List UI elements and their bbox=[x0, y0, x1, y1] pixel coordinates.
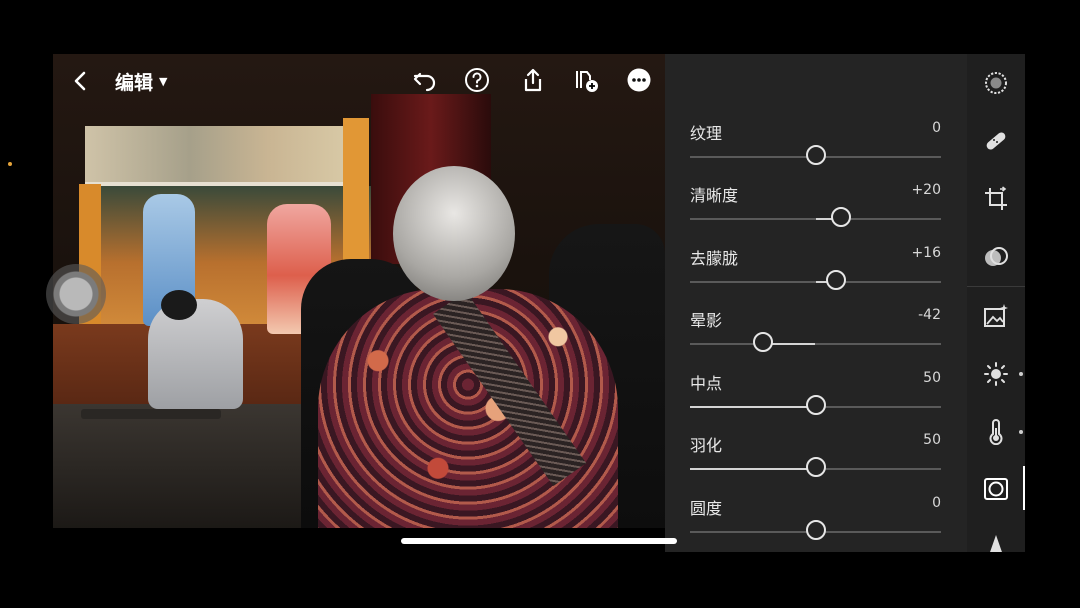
undo-icon bbox=[413, 72, 436, 92]
selective-mask-icon bbox=[985, 72, 1007, 94]
slider-label: 清晰度 bbox=[690, 186, 739, 205]
more-icon bbox=[627, 68, 651, 92]
slider-track[interactable] bbox=[690, 145, 941, 165]
slider-track[interactable] bbox=[690, 332, 941, 352]
audience-woman-white-coat bbox=[148, 299, 243, 409]
effects-panel: 纹理 0 清晰度 +20 去朦胧 +16 晕影 -42 中点 50 羽化 50 圆度 0 bbox=[665, 54, 967, 552]
tool-strip bbox=[967, 54, 1025, 552]
slider-value: 0 bbox=[932, 120, 941, 136]
indicator-dot bbox=[8, 162, 12, 166]
slider-thumb[interactable] bbox=[805, 145, 826, 165]
slider-fill bbox=[690, 468, 816, 470]
color-adjusted-dot bbox=[1019, 430, 1023, 434]
slider-value: 50 bbox=[923, 370, 941, 386]
color-temperature-icon bbox=[989, 419, 1003, 445]
slider-track[interactable] bbox=[690, 207, 941, 227]
slider-thumb[interactable] bbox=[805, 520, 826, 540]
share-button[interactable] bbox=[519, 66, 547, 94]
profiles-tool-button[interactable] bbox=[982, 243, 1010, 271]
assistive-touch-button[interactable] bbox=[46, 264, 106, 324]
slider-thumb[interactable] bbox=[830, 207, 851, 227]
slider-label: 去朦胧 bbox=[690, 249, 739, 268]
detail-triangle-icon bbox=[990, 535, 1002, 552]
detail-tool-button[interactable] bbox=[982, 532, 1010, 552]
slider-thumb[interactable] bbox=[805, 457, 826, 477]
slider-label: 羽化 bbox=[690, 436, 723, 455]
crop-icon bbox=[985, 186, 1007, 210]
toolbar-divider bbox=[967, 286, 1025, 287]
auto-tool-button[interactable] bbox=[982, 302, 1010, 330]
light-adjusted-dot bbox=[1019, 372, 1023, 376]
slider-label: 晕影 bbox=[690, 311, 723, 330]
color-tool-button[interactable] bbox=[982, 418, 1010, 446]
slider-label: 中点 bbox=[690, 374, 723, 393]
active-tool-indicator bbox=[1023, 466, 1025, 510]
slider-thumb[interactable] bbox=[752, 332, 773, 352]
slider-value: -42 bbox=[918, 307, 941, 323]
home-indicator[interactable] bbox=[401, 538, 677, 544]
chevron-left-icon bbox=[74, 71, 86, 91]
copy-settings-icon bbox=[576, 71, 598, 92]
slider-value: 0 bbox=[932, 495, 941, 511]
profiles-icon bbox=[985, 247, 1008, 266]
slider-value: +20 bbox=[911, 182, 941, 198]
stage-backdrop-painting bbox=[85, 126, 347, 186]
light-icon bbox=[984, 362, 1008, 386]
slider-label: 纹理 bbox=[690, 124, 723, 143]
slider-fill bbox=[690, 406, 816, 408]
edit-mode-dropdown[interactable]: 编辑 ▼ bbox=[115, 66, 167, 96]
more-button[interactable] bbox=[625, 66, 653, 94]
back-button[interactable] bbox=[68, 66, 92, 96]
elderly-woman-grey-hair bbox=[393, 166, 515, 301]
slider-thumb[interactable] bbox=[825, 270, 846, 290]
crop-tool-button[interactable] bbox=[982, 185, 1010, 213]
slider-value: 50 bbox=[923, 432, 941, 448]
audience-woman-head bbox=[161, 290, 197, 320]
effects-tool-button[interactable] bbox=[982, 475, 1010, 503]
vignette-effects-icon bbox=[984, 478, 1008, 500]
masking-tool-button[interactable] bbox=[982, 69, 1010, 97]
auto-enhance-icon bbox=[984, 304, 1008, 327]
slider-value: +16 bbox=[911, 245, 941, 261]
slider-track[interactable] bbox=[690, 457, 941, 477]
caret-down-icon: ▼ bbox=[159, 74, 168, 88]
undo-button[interactable] bbox=[411, 66, 439, 94]
slider-label: 圆度 bbox=[690, 499, 723, 518]
help-circle-icon bbox=[465, 68, 489, 92]
healing-tool-button[interactable] bbox=[982, 127, 1010, 155]
slider-track[interactable] bbox=[690, 270, 941, 290]
audience-stools bbox=[81, 409, 221, 419]
copy-settings-button[interactable] bbox=[572, 66, 600, 94]
slider-thumb[interactable] bbox=[805, 395, 826, 415]
app-screen: 编辑 ▼ 纹理 0 清晰度 +20 去朦胧 +16 晕影 -42 中点 50 羽… bbox=[0, 0, 1080, 608]
slider-track[interactable] bbox=[690, 520, 941, 540]
slider-track[interactable] bbox=[690, 395, 941, 415]
photo-canvas[interactable] bbox=[53, 54, 665, 528]
share-icon bbox=[524, 68, 542, 92]
help-button[interactable] bbox=[463, 66, 491, 94]
page-title: 编辑 bbox=[115, 71, 154, 94]
light-tool-button[interactable] bbox=[982, 360, 1010, 388]
healing-brush-icon bbox=[986, 132, 1006, 150]
